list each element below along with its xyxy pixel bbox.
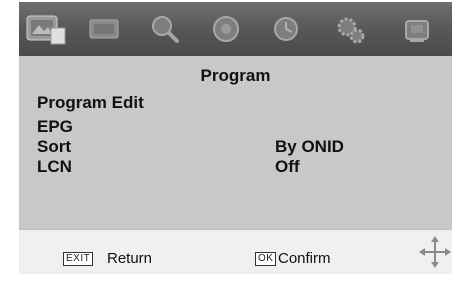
return-hint-label: Return bbox=[107, 250, 153, 267]
sound-icon[interactable] bbox=[209, 12, 243, 46]
program-menu-panel: Program Program Edit EPG Sort By ONID LC… bbox=[19, 56, 452, 229]
menu-item-lcn[interactable]: LCN bbox=[37, 158, 72, 176]
confirm-hint-label: Confirm bbox=[278, 250, 331, 267]
menu-item-epg[interactable]: EPG bbox=[37, 118, 73, 136]
lcn-value[interactable]: Off bbox=[275, 158, 300, 176]
lock-icon[interactable] bbox=[399, 12, 433, 46]
menu-item-program-edit[interactable]: Program Edit bbox=[37, 94, 144, 112]
picture-icon[interactable] bbox=[25, 12, 69, 46]
time-icon[interactable] bbox=[269, 12, 303, 46]
menu-item-sort[interactable]: Sort bbox=[37, 138, 71, 156]
menu-icon-bar bbox=[19, 2, 452, 56]
settings-icon[interactable] bbox=[333, 12, 367, 46]
ok-key-badge: OK bbox=[255, 252, 277, 266]
screen-icon[interactable] bbox=[87, 12, 121, 46]
osd-menu-window: Program Program Edit EPG Sort By ONID LC… bbox=[19, 2, 452, 274]
sort-value[interactable]: By ONID bbox=[275, 138, 344, 156]
exit-key-badge: EXIT bbox=[63, 252, 94, 266]
menu-title: Program bbox=[200, 66, 271, 85]
search-icon[interactable] bbox=[147, 12, 181, 46]
navigation-arrows-icon bbox=[419, 236, 451, 268]
footer-hint-bar: EXIT Return OK Confirm bbox=[19, 229, 452, 274]
